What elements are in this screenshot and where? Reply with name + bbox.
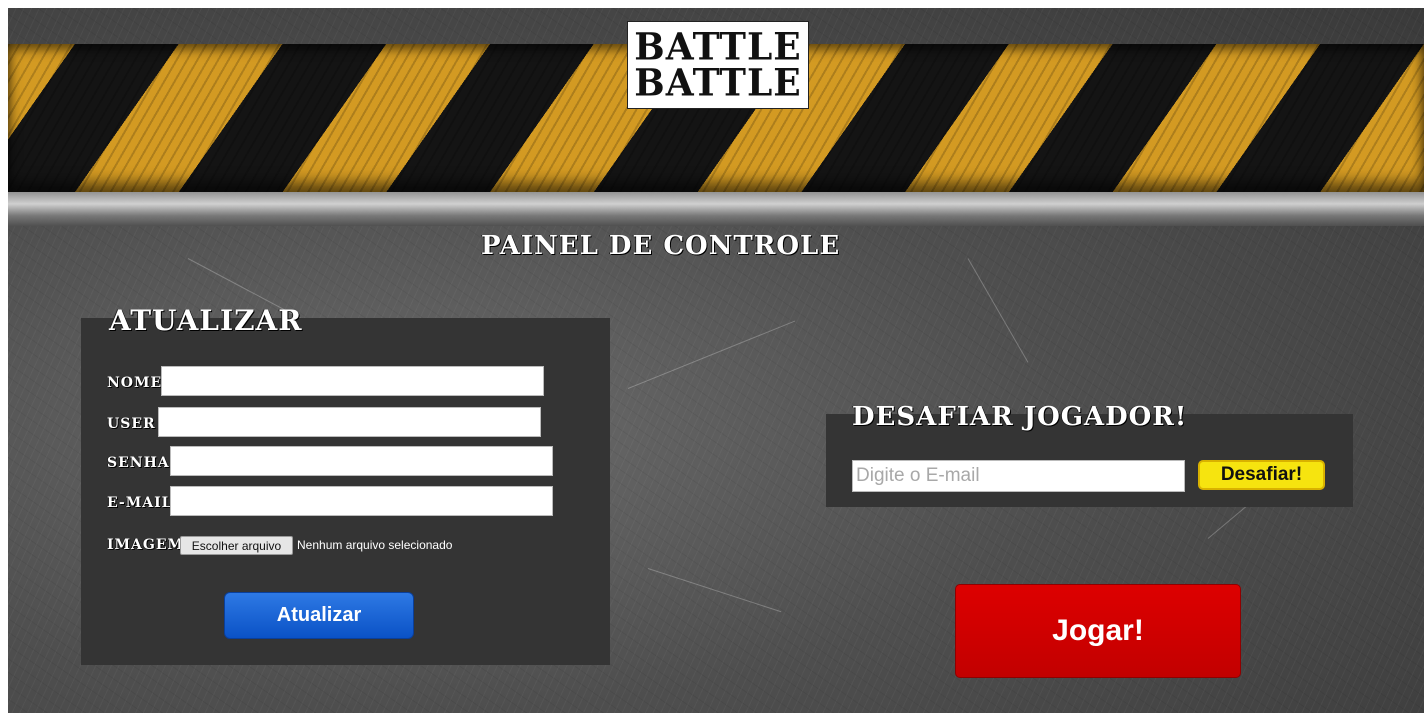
challenge-panel: DESAFIAR JOGADOR! Digite o E-mail Desafi…: [826, 402, 1353, 507]
user-field[interactable]: [158, 407, 541, 437]
game-background: BATTLE BATTLE PAINEL DE CONTROLE ATUALIZ…: [8, 8, 1424, 713]
update-panel-title: ATUALIZAR: [109, 304, 303, 337]
password-label: SENHA: [107, 455, 170, 471]
scratch-decoration: [627, 320, 796, 389]
page-title: PAINEL DE CONTROLE: [481, 231, 841, 261]
scratch-decoration: [647, 568, 782, 613]
logo-line-2: BATTLE: [634, 60, 802, 106]
password-field[interactable]: [170, 446, 553, 476]
image-label: IMAGEM: [107, 537, 185, 553]
email-field[interactable]: [170, 486, 553, 516]
update-panel: ATUALIZAR NOME USER SENHA E-MAIL IMAGEM …: [81, 304, 610, 665]
challenge-button[interactable]: Desafiar!: [1198, 460, 1325, 490]
name-label: NOME: [107, 375, 163, 391]
update-button[interactable]: Atualizar: [224, 592, 414, 639]
choose-file-button[interactable]: Escolher arquivo: [180, 536, 293, 555]
metal-rail: [8, 192, 1424, 226]
play-button[interactable]: Jogar!: [955, 584, 1241, 678]
scratch-decoration: [967, 258, 1029, 363]
file-status-text: Nenhum arquivo selecionado: [297, 538, 453, 552]
email-label: E-MAIL: [107, 495, 173, 511]
challenge-title: DESAFIAR JOGADOR!: [852, 402, 1188, 432]
name-field[interactable]: [161, 366, 544, 396]
challenge-email-input[interactable]: Digite o E-mail: [852, 460, 1185, 492]
logo: BATTLE BATTLE: [627, 21, 809, 109]
user-label: USER: [107, 416, 156, 432]
